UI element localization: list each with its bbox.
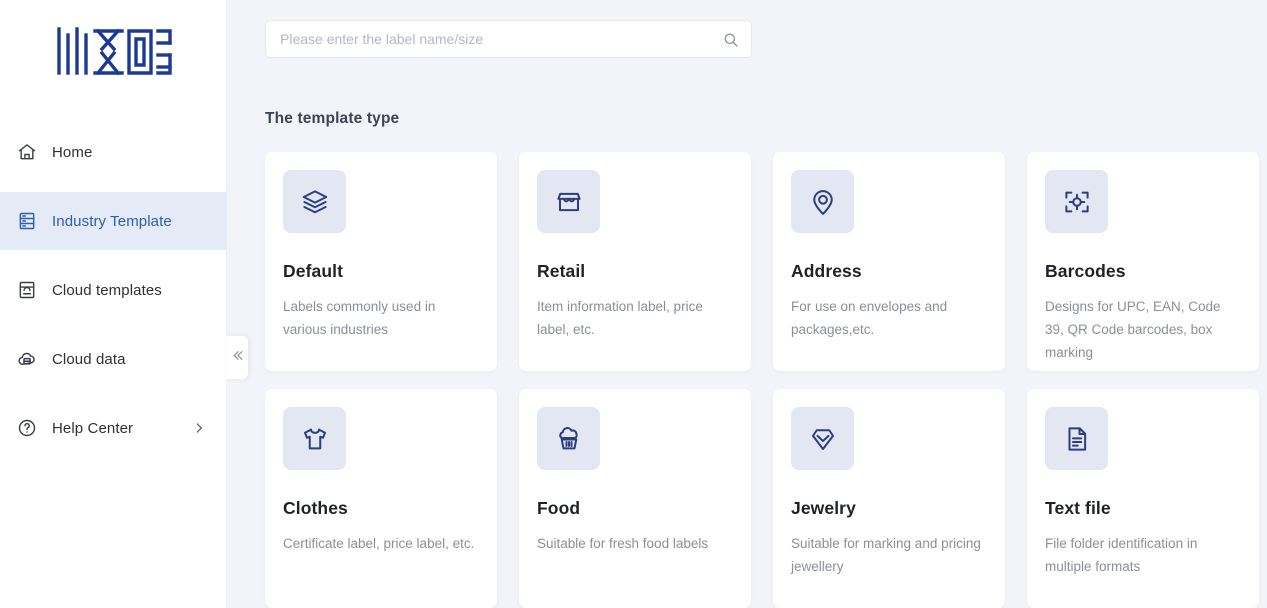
- card-description: Labels commonly used in various industri…: [283, 299, 436, 337]
- brand-logo[interactable]: [0, 0, 226, 97]
- template-card-clothes[interactable]: Clothes Certificate label, price label, …: [265, 389, 497, 608]
- logo-icon: [57, 26, 172, 75]
- card-title: Clothes: [283, 498, 348, 518]
- card-description: For use on envelopes and packages,etc.: [791, 299, 948, 337]
- tshirt-icon: [283, 407, 346, 470]
- template-card-retail[interactable]: Retail Item information label, price lab…: [519, 152, 751, 371]
- sidebar: Home Industry Template Cloud templates C…: [0, 0, 227, 608]
- template-card-address[interactable]: Address For use on envelopes and package…: [773, 152, 1005, 371]
- sidebar-item-label: Help Center: [52, 419, 134, 437]
- sidebar-item-label: Home: [52, 143, 93, 161]
- app-root: Home Industry Template Cloud templates C…: [0, 0, 1267, 608]
- main-content: The template type Default Labels commonl…: [227, 0, 1267, 608]
- sidebar-item-help-center[interactable]: Help Center: [0, 399, 226, 457]
- barcode-scan-icon: [1045, 170, 1108, 233]
- card-title: Jewelry: [791, 498, 856, 518]
- card-title: Barcodes: [1045, 261, 1126, 281]
- template-card-default[interactable]: Default Labels commonly used in various …: [265, 152, 497, 371]
- template-card-food[interactable]: Food Suitable for fresh food labels: [519, 389, 751, 608]
- search-input[interactable]: [280, 31, 722, 47]
- industry-template-icon: [14, 211, 40, 231]
- card-title: Default: [283, 261, 344, 281]
- sidebar-item-label: Cloud data: [52, 350, 126, 368]
- layers-icon: [283, 170, 346, 233]
- sidebar-item-label: Cloud templates: [52, 281, 162, 299]
- card-title: Retail: [537, 261, 586, 281]
- sidebar-item-cloud-templates[interactable]: Cloud templates: [0, 261, 226, 319]
- template-card-barcodes[interactable]: Barcodes Designs for UPC, EAN, Code 39, …: [1027, 152, 1259, 371]
- card-description: Suitable for marking and pricing jewelle…: [791, 536, 981, 574]
- cloud-templates-icon: [14, 280, 40, 300]
- sidebar-nav: Home Industry Template Cloud templates C…: [0, 97, 226, 457]
- map-pin-icon: [791, 170, 854, 233]
- card-title: Text file: [1045, 498, 1111, 518]
- sidebar-item-industry-template[interactable]: Industry Template: [0, 192, 226, 250]
- home-icon: [14, 142, 40, 162]
- diamond-icon: [791, 407, 854, 470]
- card-title: Food: [537, 498, 581, 518]
- sidebar-item-cloud-data[interactable]: Cloud data: [0, 330, 226, 388]
- card-title: Address: [791, 261, 862, 281]
- template-card-text-file[interactable]: Text file File folder identification in …: [1027, 389, 1259, 608]
- sidebar-collapse-handle[interactable]: [226, 336, 248, 379]
- cloud-data-icon: [14, 349, 40, 370]
- card-description: Item information label, price label, etc…: [537, 299, 703, 337]
- template-type-grid: Default Labels commonly used in various …: [265, 152, 1267, 608]
- double-chevron-left-icon: [231, 349, 244, 367]
- sidebar-item-label: Industry Template: [52, 212, 172, 230]
- document-icon: [1045, 407, 1108, 470]
- store-icon: [537, 170, 600, 233]
- search-icon[interactable]: [722, 31, 739, 48]
- chevron-right-icon: [192, 421, 206, 435]
- help-circle-icon: [14, 418, 40, 438]
- section-title: The template type: [265, 110, 400, 127]
- sidebar-item-home[interactable]: Home: [0, 123, 226, 181]
- cupcake-icon: [537, 407, 600, 470]
- search-bar[interactable]: [265, 20, 752, 58]
- card-description: Certificate label, price label, etc.: [283, 536, 475, 551]
- card-description: Suitable for fresh food labels: [537, 536, 709, 551]
- template-card-jewelry[interactable]: Jewelry Suitable for marking and pricing…: [773, 389, 1005, 608]
- card-description: File folder identification in multiple f…: [1045, 536, 1198, 574]
- card-description: Designs for UPC, EAN, Code 39, QR Code b…: [1045, 299, 1221, 360]
